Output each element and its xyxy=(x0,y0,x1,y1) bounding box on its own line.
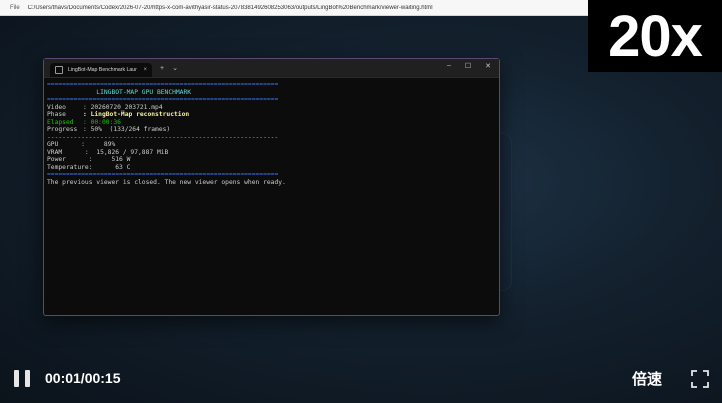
elapsed-row: Elapsed: 00:00:36 xyxy=(47,118,121,126)
status-message: The previous viewer is closed. The new v… xyxy=(47,178,286,186)
progress-row: Progress: 50% (133/264 frames) xyxy=(47,126,171,133)
close-tab-icon[interactable]: × xyxy=(143,67,147,73)
file-label: File xyxy=(10,4,20,11)
player-controls: 00:01/00:15 倍速 xyxy=(0,358,722,403)
phase-row: Phase: LingBot-Map reconstruction xyxy=(47,111,190,118)
rule-line: ========================================… xyxy=(47,171,279,178)
terminal-titlebar[interactable]: LingBot-Map Benchmark Laur × + ⌄ – ☐ ✕ xyxy=(44,59,499,78)
benchmark-title: LINGBOT-MAP GPU BENCHMARK xyxy=(47,88,192,96)
rule-line: ========================================… xyxy=(47,81,279,88)
tab-title: LingBot-Map Benchmark Laur xyxy=(68,67,137,73)
playback-time: 00:01/00:15 xyxy=(45,370,121,386)
vram-row: VRAM : 15,826 / 97,887 MiB xyxy=(47,148,169,156)
terminal-window[interactable]: LingBot-Map Benchmark Laur × + ⌄ – ☐ ✕ =… xyxy=(43,58,500,316)
url-text[interactable]: C:/Users/thavs/Documents/Codex/2026-07-2… xyxy=(28,5,433,11)
gpu-row: GPU : 89% xyxy=(47,141,116,148)
maximize-icon[interactable]: ☐ xyxy=(465,62,471,70)
minimize-icon[interactable]: – xyxy=(447,62,451,70)
fullscreen-icon[interactable] xyxy=(690,369,710,389)
speed-button[interactable]: 倍速 xyxy=(632,368,662,389)
terminal-tab[interactable]: LingBot-Map Benchmark Laur × xyxy=(50,63,152,77)
terminal-output: ========================================… xyxy=(44,78,499,186)
temperature-row: Temperature: 63 C xyxy=(47,163,131,171)
pause-icon[interactable] xyxy=(14,370,32,387)
power-row: Power : 516 W xyxy=(47,156,131,163)
video-row: Video: 20260720_203721.mp4 xyxy=(47,103,163,111)
terminal-icon xyxy=(55,66,63,74)
close-icon[interactable]: ✕ xyxy=(485,62,491,70)
rule-line: ========================================… xyxy=(47,96,279,103)
rule-line: ----------------------------------------… xyxy=(47,133,279,141)
new-tab-button[interactable]: + xyxy=(160,65,164,72)
chevron-down-icon[interactable]: ⌄ xyxy=(172,64,178,72)
speed-badge: 20x xyxy=(588,0,722,72)
